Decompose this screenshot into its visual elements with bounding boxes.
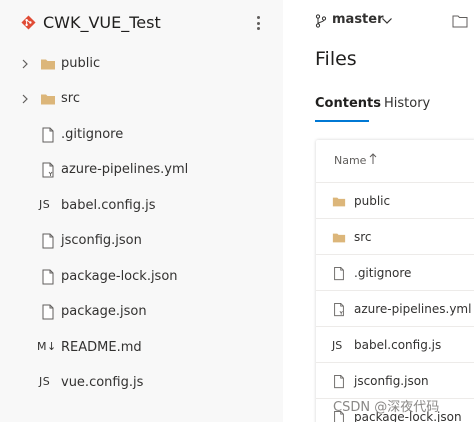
table-row[interactable]: public (316, 182, 474, 218)
tree-item-label: package.json (61, 304, 147, 319)
tree-item-label: babel.config.js (61, 198, 156, 213)
arrow-up-icon[interactable] (369, 152, 377, 165)
folder-icon (332, 233, 346, 243)
file-icon (42, 233, 54, 249)
column-header-name[interactable]: Name (334, 154, 366, 167)
chevron-right-icon[interactable] (20, 58, 30, 70)
repo-name[interactable]: CWK_VUE_Test (43, 13, 161, 32)
more-actions-icon[interactable] (252, 14, 264, 32)
tree-item-gitignore[interactable]: .gitignore (0, 118, 283, 152)
row-label[interactable]: azure-pipelines.yml (354, 302, 471, 316)
yaml-file-icon (334, 302, 344, 317)
yaml-file-icon (42, 162, 54, 178)
js-file-icon: JS (39, 198, 51, 211)
js-file-icon: JS (332, 339, 343, 352)
tree-item-src[interactable]: src (0, 82, 283, 116)
table-row[interactable]: jsconfig.json (316, 362, 474, 398)
file-icon (42, 269, 54, 285)
tree-item-package-lock[interactable]: package-lock.json (0, 260, 283, 294)
folder-outline-icon[interactable] (452, 14, 468, 28)
tree-item-package-json[interactable]: package.json (0, 295, 283, 329)
watermark: CSDN @深夜代码 (333, 400, 440, 415)
tree-item-babel-config[interactable]: JS babel.config.js (0, 189, 283, 223)
page-title: Files (315, 48, 357, 70)
tree-item-label: public (61, 56, 101, 71)
table-row[interactable]: JS babel.config.js (316, 326, 474, 362)
tree-item-vue-config[interactable]: JS vue.config.js (0, 366, 283, 400)
file-icon (42, 127, 54, 143)
row-label[interactable]: .gitignore (354, 266, 411, 280)
files-panel: master Files Contents History Name publi… (283, 0, 474, 422)
tree-item-public[interactable]: public (0, 47, 283, 81)
table-row[interactable]: azure-pipelines.yml (316, 290, 474, 326)
file-icon (334, 266, 344, 281)
file-icon (42, 304, 54, 320)
active-tab-indicator (315, 120, 369, 122)
markdown-file-icon: M↓ (37, 340, 57, 353)
js-file-icon: JS (39, 375, 51, 388)
tree-item-label: azure-pipelines.yml (61, 162, 189, 177)
tab-contents[interactable]: Contents (315, 96, 381, 111)
tree-item-azure-pipelines[interactable]: azure-pipelines.yml (0, 153, 283, 187)
tree-item-jsconfig[interactable]: jsconfig.json (0, 224, 283, 258)
row-label[interactable]: src (354, 230, 372, 244)
app-root: CWK_VUE_Test public src .gitignore azure… (0, 0, 474, 422)
row-label[interactable]: babel.config.js (354, 338, 441, 352)
chevron-right-icon[interactable] (20, 93, 30, 105)
row-label[interactable]: jsconfig.json (354, 374, 429, 388)
tree-item-label: .gitignore (61, 127, 124, 142)
tree-item-label: package-lock.json (61, 269, 178, 284)
file-tree-panel: CWK_VUE_Test public src .gitignore azure… (0, 0, 283, 422)
branch-selector[interactable]: master (332, 12, 384, 27)
table-header: Name (316, 140, 474, 180)
folder-icon (332, 197, 346, 207)
branch-icon (315, 14, 327, 28)
table-row[interactable]: src (316, 218, 474, 254)
repo-header: CWK_VUE_Test (0, 0, 283, 46)
tab-history[interactable]: History (384, 96, 430, 111)
table-row[interactable]: .gitignore (316, 254, 474, 290)
tree-item-label: src (61, 91, 80, 106)
git-repo-icon (21, 15, 36, 30)
files-table: Name public src .gitignore azure-pipelin… (316, 140, 474, 422)
chevron-down-icon[interactable] (381, 17, 393, 25)
tree-item-readme[interactable]: M↓ README.md (0, 331, 283, 365)
folder-icon (41, 94, 55, 105)
tree-item-label: README.md (61, 340, 142, 355)
file-icon (334, 374, 344, 389)
row-label[interactable]: public (354, 194, 390, 208)
tree-item-label: vue.config.js (61, 375, 144, 390)
folder-icon (41, 59, 55, 70)
tree-item-label: jsconfig.json (61, 233, 142, 248)
